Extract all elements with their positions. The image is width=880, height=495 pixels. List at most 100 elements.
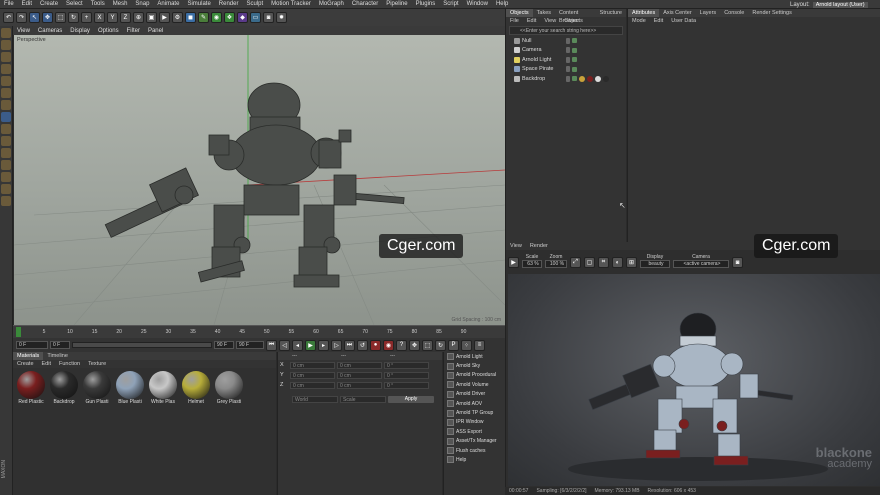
current-frame-field[interactable]: 0 F	[50, 341, 70, 349]
ipr-play-icon[interactable]: ▶	[508, 257, 519, 268]
attr-menu-edit[interactable]: Edit	[650, 17, 667, 25]
undo-icon[interactable]: ↶	[3, 12, 14, 23]
snapshot-icon[interactable]: ◙	[732, 257, 743, 268]
menu-pipeline[interactable]: Pipeline	[382, 1, 411, 7]
mat-menu-texture[interactable]: Texture	[84, 360, 110, 368]
material-tag-icon[interactable]	[587, 75, 593, 82]
object-row-null[interactable]: Null	[506, 36, 626, 46]
playhead[interactable]	[16, 327, 21, 337]
next-frame-icon[interactable]: ▸	[318, 339, 329, 351]
scale-key-icon[interactable]: ⬚	[422, 339, 433, 351]
apply-button[interactable]: Apply	[388, 395, 434, 403]
obj-menu-edit[interactable]: Edit	[523, 17, 540, 25]
tab-console[interactable]: Console	[720, 9, 748, 17]
render-settings-icon[interactable]: ⚙	[172, 12, 183, 23]
points-mode-icon[interactable]	[1, 76, 11, 86]
menu-plugins[interactable]: Plugins	[412, 1, 440, 7]
visibility-dots-icon[interactable]	[566, 66, 570, 73]
ipr-menu-render[interactable]: Render	[526, 242, 552, 250]
pen-icon[interactable]: ✎	[198, 12, 209, 23]
end-frame-field[interactable]: 90 F	[214, 341, 234, 349]
rotation-field[interactable]: 0 °	[384, 371, 429, 379]
z-axis-icon[interactable]: Z	[120, 12, 131, 23]
object-row-arnold-light[interactable]: Arnold Light	[506, 55, 626, 65]
tab-content-browser[interactable]: Content Browser	[555, 9, 596, 24]
tab-render-settings[interactable]: Render Settings	[748, 9, 795, 17]
rotate-icon[interactable]: ↻	[68, 12, 79, 23]
viewport-menu-display[interactable]: Display	[66, 28, 94, 34]
menu-help[interactable]: Help	[492, 1, 512, 7]
tab-objects[interactable]: Objects	[506, 9, 533, 17]
menu-sculpt[interactable]: Sculpt	[242, 1, 267, 7]
polygons-mode-icon[interactable]	[1, 100, 11, 110]
tab-timeline[interactable]: Timeline	[43, 352, 72, 360]
layout-dropdown[interactable]: Arnold layout (User)	[812, 1, 868, 8]
cube-icon[interactable]: ◼	[185, 12, 196, 23]
tab-axis-center[interactable]: Axis Center	[659, 9, 695, 17]
coord-size-mode-dropdown[interactable]: Scale	[340, 395, 386, 403]
viewport-menu-panel[interactable]: Panel	[144, 28, 167, 34]
rotation-key-icon[interactable]: ↻	[435, 339, 446, 351]
rotation-field[interactable]: 0 °	[384, 361, 429, 369]
subdivision-icon[interactable]: ◉	[211, 12, 222, 23]
anim-menu-icon[interactable]: ≡	[474, 339, 485, 351]
timeline-ruler[interactable]: 051015202530354045505560657075808590	[13, 325, 505, 338]
arnold-item-arnold-aov[interactable]: Arnold AOV	[444, 399, 505, 408]
keyframe-selection-icon[interactable]: ?	[396, 339, 407, 351]
go-to-start-icon[interactable]: ⏮	[266, 339, 277, 351]
tab-layers[interactable]: Layers	[696, 9, 721, 17]
viewport-menu-filter[interactable]: Filter	[123, 28, 144, 34]
visibility-dots-icon[interactable]	[566, 47, 570, 54]
position-key-icon[interactable]: ✥	[409, 339, 420, 351]
material-swatch[interactable]: Red Plastic	[16, 371, 46, 405]
tab-materials[interactable]: Materials	[13, 352, 44, 360]
attr-menu-mode[interactable]: Mode	[628, 17, 650, 25]
deformer-icon[interactable]: ◆	[237, 12, 248, 23]
snap-icon[interactable]	[1, 124, 11, 134]
menu-simulate[interactable]: Simulate	[183, 1, 214, 7]
move-icon[interactable]: ✥	[42, 12, 53, 23]
object-search-input[interactable]: <<Enter your search string here>>	[509, 26, 623, 35]
tweak-icon[interactable]	[1, 148, 11, 158]
lock-view-icon[interactable]: ⊞	[626, 257, 637, 268]
paint-icon[interactable]	[1, 184, 11, 194]
edges-mode-icon[interactable]	[1, 88, 11, 98]
material-tag-icon[interactable]	[595, 75, 601, 82]
enabled-check-icon[interactable]	[572, 76, 577, 82]
tab-structure[interactable]: Structure	[596, 9, 626, 17]
material-tag-icon[interactable]	[579, 75, 585, 82]
play-icon[interactable]: ▶	[305, 339, 316, 351]
layout-selector[interactable]: Layout: Arnold layout (User)	[790, 0, 868, 9]
floor-icon[interactable]: ▭	[250, 12, 261, 23]
menu-select[interactable]: Select	[62, 1, 87, 7]
mat-menu-function[interactable]: Function	[55, 360, 84, 368]
loop-icon[interactable]: ↺	[357, 339, 368, 351]
preview-end-field[interactable]: 90 F	[236, 341, 264, 349]
ipr-render-image[interactable]: blackone academy	[508, 274, 880, 486]
arnold-item-asset-tx-manager[interactable]: Asset/Tx Manager	[444, 437, 505, 446]
arnold-item-ass-export[interactable]: ASS Export	[444, 427, 505, 436]
display-dropdown[interactable]: beauty	[640, 260, 670, 268]
menu-mesh[interactable]: Mesh	[109, 1, 132, 7]
menu-render[interactable]: Render	[215, 1, 243, 7]
coord-mode-dropdown[interactable]: World	[292, 395, 338, 403]
menu-character[interactable]: Character	[348, 1, 382, 7]
menu-script[interactable]: Script	[439, 1, 462, 7]
menu-window[interactable]: Window	[463, 1, 492, 7]
mat-menu-edit[interactable]: Edit	[38, 360, 55, 368]
visibility-dots-icon[interactable]	[566, 75, 570, 82]
axis-icon[interactable]	[1, 136, 11, 146]
menu-edit[interactable]: Edit	[18, 1, 36, 7]
size-field[interactable]: 0 cm	[337, 371, 382, 379]
obj-menu-view[interactable]: View	[540, 17, 560, 25]
render-view-icon[interactable]: ▣	[146, 12, 157, 23]
coordinate-system-icon[interactable]: ⊕	[133, 12, 144, 23]
tab-takes[interactable]: Takes	[533, 9, 555, 17]
position-field[interactable]: 0 cm	[290, 371, 335, 379]
arnold-item-arnold-sky[interactable]: Arnold Sky	[444, 361, 505, 370]
enabled-check-icon[interactable]	[572, 66, 577, 72]
menu-animate[interactable]: Animate	[153, 1, 183, 7]
arnold-item-arnold-driver[interactable]: Arnold Driver	[444, 390, 505, 399]
menu-tools[interactable]: Tools	[87, 1, 109, 7]
robot-model[interactable]	[104, 82, 405, 288]
